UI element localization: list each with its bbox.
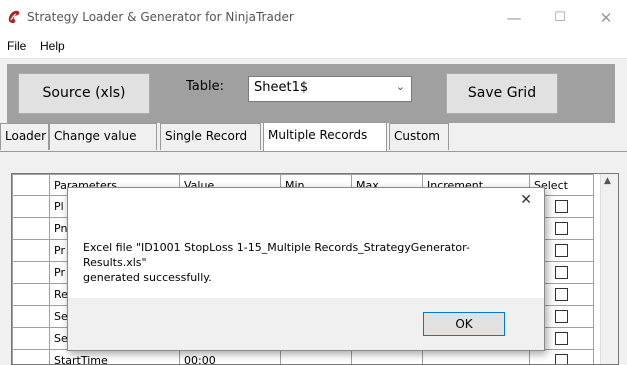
tab-loader[interactable]: Loader [0,123,49,150]
select-checkbox[interactable] [555,222,568,236]
ok-button[interactable]: OK [423,312,505,336]
tab-change-value[interactable]: Change value [49,123,157,150]
dialog-message: Excel file "ID1001 StopLoss 1-15_Multipl… [83,240,523,285]
row-header[interactable] [12,261,50,284]
row-header[interactable] [12,195,50,218]
select-checkbox[interactable] [555,354,568,364]
select-checkbox[interactable] [555,310,568,324]
maximize-button[interactable]: ☐ [540,6,580,30]
select-checkbox[interactable] [555,332,568,346]
param-cell[interactable]: StartTime [49,349,180,364]
row-header-corner [12,174,50,196]
save-grid-button[interactable]: Save Grid [446,73,558,114]
app-logo-icon [8,10,20,24]
tab-multiple-records[interactable]: Multiple Records [263,122,387,152]
row-header[interactable] [12,217,50,240]
select-checkbox[interactable] [555,200,568,214]
scroll-up-icon[interactable]: ▲ [604,176,611,186]
dialog-message-line-1: Excel file "ID1001 StopLoss 1-15_Multipl… [83,241,470,269]
row-header[interactable] [12,327,50,350]
select-cell[interactable] [529,349,594,364]
value-cell[interactable]: 00:00 [179,349,281,364]
max-cell[interactable] [351,349,423,364]
row-header[interactable] [12,349,50,364]
dialog-close-button[interactable]: ✕ [520,192,532,208]
select-checkbox[interactable] [555,244,568,258]
row-header[interactable] [12,283,50,306]
close-window-button[interactable]: ✕ [586,6,626,30]
select-checkbox[interactable] [555,266,568,280]
table-select-value: Sheet1$ [254,80,309,95]
menu-bar: File Help [0,36,627,59]
min-cell[interactable] [280,349,352,364]
table-label: Table: [186,79,224,94]
select-checkbox[interactable] [555,288,568,302]
table-select[interactable]: Sheet1$ ⌄ [248,76,412,102]
chevron-down-icon: ⌄ [395,80,405,93]
tab-custom[interactable]: Custom [389,123,449,150]
app-window: Strategy Loader & Generator for NinjaTra… [0,0,627,365]
grid-scrollbar[interactable]: ▲ [600,174,618,364]
tab-single-record[interactable]: Single Record [160,123,261,150]
menu-file[interactable]: File [7,39,26,53]
menu-help[interactable]: Help [40,39,65,53]
tab-strip: Loader Change value Single Record Multip… [0,122,627,152]
title-bar: Strategy Loader & Generator for NinjaTra… [0,0,627,36]
row-header[interactable] [12,305,50,328]
increment-cell[interactable] [422,349,530,364]
table-row[interactable]: StartTime 00:00 [12,349,594,364]
minimize-button[interactable]: — [494,6,534,30]
window-title: Strategy Loader & Generator for NinjaTra… [27,10,294,24]
row-header[interactable] [12,239,50,262]
message-dialog: ✕ Excel file "ID1001 StopLoss 1-15_Multi… [67,187,545,351]
source-xls-button[interactable]: Source (xls) [18,73,150,114]
dialog-message-line-2: generated successfully. [83,271,212,284]
